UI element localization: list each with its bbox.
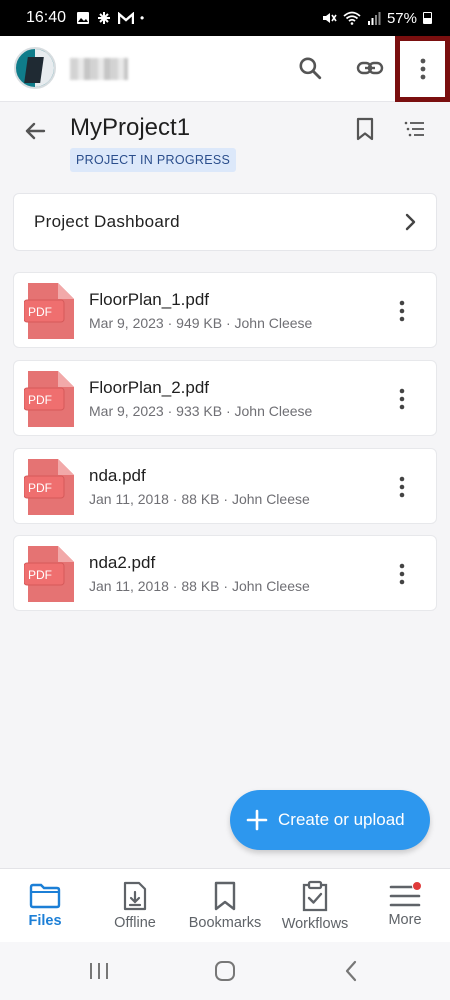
pdf-file-icon: PDF: [24, 283, 74, 339]
notification-badge: [412, 881, 422, 891]
page-title: MyProject1: [70, 114, 191, 141]
overflow-menu-button[interactable]: [395, 36, 450, 102]
sort-list-icon: [404, 121, 424, 137]
gallery-icon: [77, 12, 90, 24]
more-vertical-icon: [420, 58, 425, 80]
pdf-file-icon: PDF: [24, 546, 74, 602]
nav-more[interactable]: More: [360, 869, 450, 942]
svg-text:PDF: PDF: [28, 568, 52, 582]
recents-button[interactable]: [86, 958, 112, 984]
pdf-file-icon: PDF: [24, 371, 74, 427]
folder-icon: [29, 883, 61, 908]
pinwheel-icon: [98, 12, 111, 24]
nav-files[interactable]: Files: [0, 869, 90, 942]
search-icon: [299, 57, 322, 80]
plus-icon: [246, 809, 268, 831]
bottom-navigation: Files Offline Bookmarks Workflows More: [0, 868, 450, 942]
signal-icon: [367, 11, 381, 25]
username-redacted: [70, 58, 128, 80]
search-button[interactable]: [290, 48, 330, 88]
status-badge: PROJECT IN PROGRESS: [70, 148, 237, 172]
back-system-button[interactable]: [338, 958, 364, 984]
nav-label: Bookmarks: [188, 914, 262, 931]
svg-text:PDF: PDF: [28, 393, 52, 407]
file-meta: Mar 9, 2023 · 933 KB · John Cleese: [89, 403, 313, 419]
nav-label: Workflows: [281, 915, 349, 932]
status-bar: 16:40 • 57%: [0, 0, 450, 36]
nav-label: Offline: [114, 914, 156, 931]
svg-text:PDF: PDF: [28, 305, 52, 319]
file-list-item[interactable]: PDF FloorPlan_1.pdf Mar 9, 2023 · 949 KB…: [13, 272, 437, 348]
more-vertical-icon: [399, 388, 405, 410]
avatar[interactable]: [14, 47, 56, 89]
gmail-icon: [118, 11, 135, 24]
file-name: FloorPlan_2.pdf: [89, 378, 210, 397]
back-button[interactable]: [18, 114, 52, 148]
file-meta: Mar 9, 2023 · 949 KB · John Cleese: [89, 315, 313, 331]
link-icon: [356, 61, 384, 75]
file-list-item[interactable]: PDF FloorPlan_2.pdf Mar 9, 2023 · 933 KB…: [13, 360, 437, 436]
recents-icon: [90, 963, 108, 979]
chevron-left-icon: [345, 960, 357, 982]
file-options-button[interactable]: [388, 558, 416, 590]
file-meta: Jan 11, 2018 · 88 KB · John Cleese: [89, 578, 310, 594]
file-name: FloorPlan_1.pdf: [89, 290, 210, 309]
share-link-button[interactable]: [350, 48, 390, 88]
arrow-back-icon: [25, 122, 46, 140]
fab-label: Create or upload: [278, 810, 405, 829]
more-vertical-icon: [399, 476, 405, 498]
nav-label: Files: [28, 912, 62, 929]
file-options-button[interactable]: [388, 295, 416, 327]
home-icon: [215, 961, 235, 981]
more-vertical-icon: [399, 300, 405, 322]
svg-text:PDF: PDF: [28, 481, 52, 495]
status-time: 16:40: [26, 9, 67, 26]
dashboard-label: Project Dashboard: [34, 212, 180, 231]
file-list-item[interactable]: PDF nda2.pdf Jan 11, 2018 · 88 KB · John…: [13, 535, 437, 611]
project-header: MyProject1 PROJECT IN PROGRESS: [0, 102, 450, 182]
create-or-upload-button[interactable]: Create or upload: [230, 790, 430, 850]
project-dashboard-link[interactable]: Project Dashboard: [13, 193, 437, 251]
battery-percent: 57%: [386, 9, 417, 27]
clipboard-check-icon: [302, 880, 328, 911]
nav-workflows[interactable]: Workflows: [270, 869, 360, 942]
wifi-icon: [343, 11, 361, 25]
nav-label: More: [388, 911, 422, 928]
offline-download-icon: [123, 881, 147, 910]
file-list-item[interactable]: PDF nda.pdf Jan 11, 2018 · 88 KB · John …: [13, 448, 437, 524]
bookmark-outline-icon: [356, 117, 374, 141]
pdf-file-icon: PDF: [24, 459, 74, 515]
file-meta: Jan 11, 2018 · 88 KB · John Cleese: [89, 491, 310, 507]
nav-bookmarks[interactable]: Bookmarks: [180, 869, 270, 942]
notification-dot-icon: •: [140, 11, 145, 25]
nav-offline[interactable]: Offline: [90, 869, 180, 942]
mute-icon: [322, 13, 337, 23]
bookmark-icon: [214, 881, 236, 910]
home-button[interactable]: [212, 958, 238, 984]
sort-button[interactable]: [402, 116, 428, 142]
more-vertical-icon: [399, 563, 405, 585]
file-options-button[interactable]: [388, 383, 416, 415]
file-name: nda2.pdf: [89, 553, 156, 572]
system-navigation-bar: [0, 942, 450, 1000]
file-options-button[interactable]: [388, 471, 416, 503]
app-bar: [0, 36, 450, 102]
bookmark-project-button[interactable]: [350, 114, 380, 144]
battery-icon: [423, 12, 432, 24]
file-name: nda.pdf: [89, 466, 146, 485]
chevron-right-icon: [405, 213, 416, 231]
